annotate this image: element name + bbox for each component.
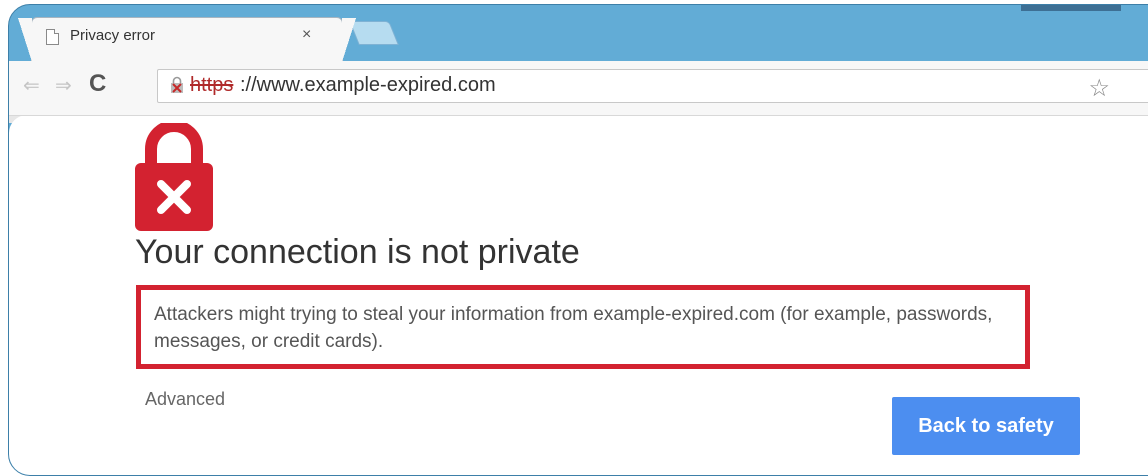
interstitial-page: Your connection is not private Attackers… bbox=[9, 115, 1148, 475]
browser-window: Privacy error × ⇐ ⇒ C https ://www.examp… bbox=[8, 4, 1148, 476]
new-tab-button[interactable] bbox=[349, 21, 399, 45]
close-icon[interactable]: × bbox=[302, 26, 311, 44]
highlight-box: Attackers might trying to steal your inf… bbox=[136, 285, 1030, 369]
star-icon[interactable]: ☆ bbox=[1088, 74, 1110, 103]
toolbar: ⇐ ⇒ C https ://www.example-expired.com ☆ bbox=[9, 61, 1148, 116]
tab-privacy-error[interactable]: Privacy error × bbox=[31, 17, 343, 62]
back-to-safety-button[interactable]: Back to safety bbox=[892, 397, 1080, 455]
page-title: Your connection is not private bbox=[135, 233, 580, 271]
tab-title: Privacy error bbox=[70, 27, 156, 44]
url-scheme: https bbox=[190, 74, 234, 96]
window-edge-strip bbox=[1021, 5, 1121, 11]
advanced-link[interactable]: Advanced bbox=[145, 389, 225, 410]
address-bar[interactable]: https ://www.example-expired.com ☆ bbox=[157, 69, 1148, 103]
explanation-text: Attackers might trying to steal your inf… bbox=[154, 304, 993, 352]
url-host: ://www.example-expired.com bbox=[240, 74, 496, 96]
reload-icon[interactable]: C bbox=[89, 70, 106, 98]
forward-arrow-icon[interactable]: ⇒ bbox=[55, 73, 72, 98]
padlock-x-icon bbox=[135, 123, 213, 231]
back-arrow-icon[interactable]: ⇐ bbox=[23, 73, 40, 98]
document-icon bbox=[46, 29, 59, 45]
broken-lock-icon bbox=[171, 76, 183, 93]
